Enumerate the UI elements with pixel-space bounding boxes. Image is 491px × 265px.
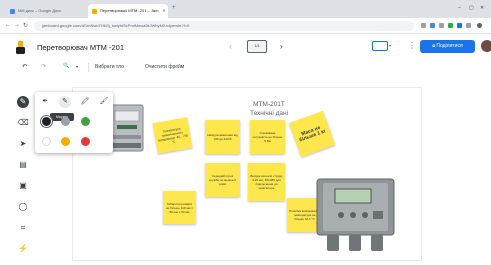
jamboard-favicon-icon bbox=[92, 8, 97, 14]
select-tool-icon[interactable]: ➤ bbox=[17, 138, 29, 150]
next-frame-icon[interactable]: › bbox=[280, 42, 283, 51]
chevron-down-icon[interactable]: ▾ bbox=[76, 64, 78, 69]
browser-tab-label: Мій диск – Google Диск bbox=[18, 8, 62, 13]
sticky-note[interactable]: Середній строк служби не менше 8 років bbox=[205, 163, 240, 197]
image-tool-icon[interactable]: ▣ bbox=[17, 180, 29, 192]
maximize-icon[interactable]: ▢ bbox=[469, 5, 474, 11]
sticky-note[interactable]: Вихідні сигнали струму 4-20 мА, RS-485 д… bbox=[248, 163, 285, 201]
color-swatch-black[interactable] bbox=[42, 117, 51, 126]
chevron-down-icon[interactable]: ▾ bbox=[389, 43, 391, 48]
color-swatch-yellow[interactable] bbox=[61, 137, 70, 146]
document-title[interactable]: Перетворювач МТМ -201 bbox=[37, 43, 124, 52]
color-swatch-green[interactable] bbox=[81, 117, 90, 126]
extension-icon[interactable] bbox=[421, 23, 426, 28]
marker-type-icon[interactable]: ✎ bbox=[59, 96, 71, 108]
profile-icon[interactable] bbox=[477, 23, 482, 28]
color-swatch-gray[interactable] bbox=[61, 117, 70, 126]
close-tab-icon[interactable]: ✕ bbox=[162, 4, 165, 18]
forward-icon[interactable]: → bbox=[14, 22, 20, 28]
set-background-button[interactable]: Вибрати тло bbox=[95, 64, 124, 70]
color-swatch-white[interactable] bbox=[42, 137, 51, 146]
extension-icon[interactable] bbox=[457, 23, 462, 28]
brush-type-icon[interactable]: 🖌︎ bbox=[98, 96, 110, 108]
extension-icon[interactable] bbox=[448, 23, 453, 28]
more-options-icon[interactable]: ⋮ bbox=[408, 41, 416, 50]
browser-tab-strip: Мій диск – Google Диск Перетворювач МТМ … bbox=[0, 0, 491, 18]
share-button[interactable]: 🔒︎ Поділитися bbox=[420, 40, 475, 53]
new-tab-button[interactable]: + bbox=[172, 5, 176, 11]
highlighter-type-icon[interactable]: 🖍︎ bbox=[79, 96, 91, 108]
laser-tool-icon[interactable]: ⚡ bbox=[17, 243, 29, 255]
circle-tool-icon[interactable]: ◯ bbox=[17, 201, 29, 213]
avatar[interactable] bbox=[481, 40, 491, 52]
close-window-icon[interactable]: ✕ bbox=[480, 5, 484, 11]
pen-type-icon[interactable]: ✒ bbox=[39, 96, 51, 108]
redo-icon[interactable]: ↷ bbox=[41, 63, 46, 70]
sticky-note[interactable]: Температура навколишнього середовища -40… bbox=[152, 117, 193, 154]
color-swatch-red[interactable] bbox=[81, 137, 90, 146]
url-field[interactable]: jamboard.google.com/d/1mNwuTHkGj_kwlyhtS… bbox=[34, 21, 414, 31]
extension-icon[interactable] bbox=[466, 23, 471, 28]
browser-tab-jamboard[interactable]: Перетворювач МТМ -201 – Jam ✕ bbox=[88, 4, 168, 18]
reload-icon[interactable]: ↻ bbox=[23, 22, 28, 29]
browser-tab-label: Перетворювач МТМ -201 – Jam bbox=[100, 8, 159, 13]
sticky-note[interactable]: Споживана потужність не більше 5 ВА bbox=[250, 120, 285, 154]
extension-icon[interactable] bbox=[439, 23, 444, 28]
browser-tab-drive[interactable]: Мій диск – Google Диск bbox=[6, 4, 84, 18]
previous-frame-icon[interactable]: ‹ bbox=[229, 42, 232, 51]
device-enclosure-image[interactable] bbox=[313, 177, 398, 253]
jamboard-logo-icon[interactable] bbox=[16, 41, 25, 54]
undo-icon[interactable]: ↶ bbox=[22, 63, 27, 70]
sticky-note-tool-icon[interactable]: ▤ bbox=[17, 159, 29, 171]
eraser-tool-icon[interactable]: ⌫ bbox=[17, 117, 29, 129]
toolbar-divider bbox=[88, 63, 89, 72]
pen-tool-icon[interactable]: ✎ bbox=[17, 96, 29, 108]
share-label: Поділитися bbox=[436, 43, 463, 49]
board-title: МТМ-201Т bbox=[253, 101, 285, 108]
clear-frame-button[interactable]: Очистити фрейм bbox=[145, 64, 184, 70]
device-din-image[interactable] bbox=[107, 103, 147, 154]
address-bar-row: ← → ↻ jamboard.google.com/d/1mNwuTHkGj_k… bbox=[0, 18, 491, 34]
textbox-tool-icon[interactable]: ⌗ bbox=[17, 222, 29, 234]
minimize-icon[interactable]: – bbox=[458, 5, 461, 11]
back-icon[interactable]: ← bbox=[5, 22, 11, 28]
sticky-note[interactable]: Напруга живлення від 100 до 240 В bbox=[205, 120, 240, 154]
zoom-icon[interactable]: 🔍 bbox=[63, 63, 69, 69]
sticky-note[interactable]: Габаритні розміри не більше 110 мм × 80 … bbox=[163, 191, 196, 224]
extension-icon[interactable] bbox=[430, 23, 435, 28]
present-icon[interactable] bbox=[372, 41, 388, 51]
drive-favicon-icon bbox=[10, 8, 15, 14]
frame-bar-button[interactable]: 1/1 bbox=[247, 40, 267, 53]
